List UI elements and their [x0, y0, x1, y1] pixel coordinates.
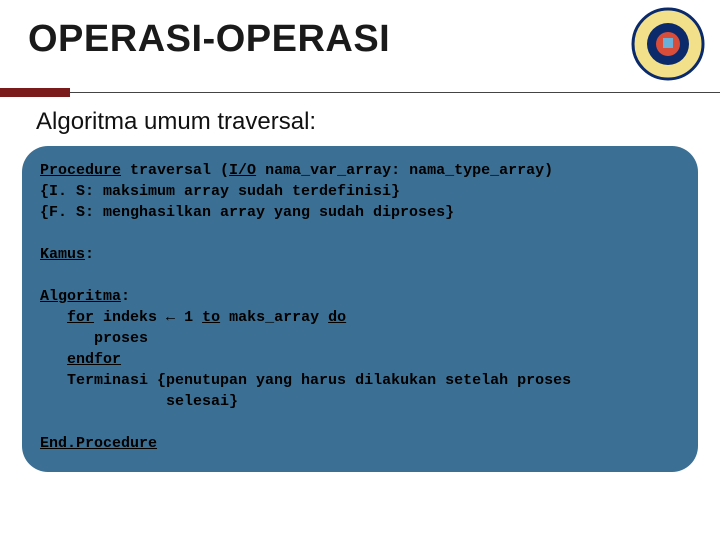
- page-title: OPERASI-OPERASI: [28, 18, 390, 61]
- code-block: Procedure traversal (I/O nama_var_array:…: [22, 146, 698, 472]
- subtitle: Algoritma umum traversal:: [36, 108, 316, 136]
- title-separator: [0, 88, 720, 97]
- university-logo: [630, 6, 706, 82]
- left-arrow-icon: ←: [166, 309, 175, 326]
